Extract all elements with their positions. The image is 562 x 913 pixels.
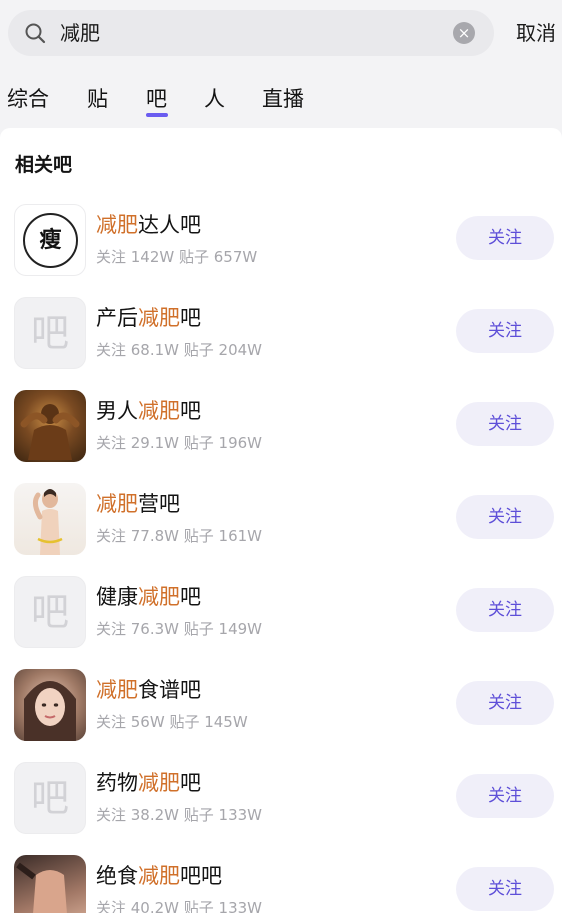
muscular-man-photo [20, 404, 80, 460]
bar-avatar [14, 483, 86, 555]
bar-stats: 关注 77.8W 贴子 161W [96, 527, 262, 545]
bar-stats: 关注 68.1W 贴子 204W [96, 341, 262, 359]
follow-button[interactable]: 关注 [456, 402, 554, 446]
follow-button[interactable]: 关注 [456, 495, 554, 539]
list-item[interactable]: 吧 健康减肥吧 关注 76.3W 贴子 149W 关注 [0, 576, 562, 669]
search-icon [25, 23, 46, 44]
bar-stats: 关注 56W 贴子 145W [96, 713, 248, 731]
bar-name: 绝食减肥吧吧 [96, 864, 222, 888]
active-tab-indicator [146, 113, 168, 117]
section-title: 相关吧 [15, 154, 73, 176]
follow-button[interactable]: 关注 [456, 681, 554, 725]
results-panel: 相关吧 瘦 减肥达人吧 关注 142W 贴子 657W 关注 吧 产后减肥吧 关… [0, 128, 562, 913]
bar-stats: 关注 29.1W 贴子 196W [96, 434, 262, 452]
follow-button[interactable]: 关注 [456, 309, 554, 353]
tab-people[interactable]: 人 [204, 76, 225, 122]
bar-stats: 关注 40.2W 贴子 133W [96, 899, 262, 913]
bar-name: 健康减肥吧 [96, 585, 201, 609]
bar-stats: 关注 38.2W 贴子 133W [96, 806, 262, 824]
search-header: 减肥 × 取消 综合 贴 吧 人 直播 [0, 0, 562, 128]
bar-avatar [14, 390, 86, 462]
bar-avatar [14, 669, 86, 741]
bar-name: 药物减肥吧 [96, 771, 201, 795]
bar-stats: 关注 142W 贴子 657W [96, 248, 258, 266]
body-photo [16, 862, 67, 913]
woman-measuring-waist-photo [32, 489, 63, 555]
bar-avatar: 吧 [14, 762, 86, 834]
bar-name: 减肥营吧 [96, 492, 180, 516]
search-input[interactable]: 减肥 × [8, 10, 494, 56]
bar-avatar [14, 855, 86, 913]
clear-icon[interactable]: × [453, 22, 475, 44]
bar-name: 减肥食谱吧 [96, 678, 201, 702]
follow-button[interactable]: 关注 [456, 867, 554, 911]
list-item[interactable]: 吧 产后减肥吧 关注 68.1W 贴子 204W 关注 [0, 297, 562, 390]
bar-name: 产后减肥吧 [96, 306, 201, 330]
follow-button[interactable]: 关注 [456, 216, 554, 260]
girl-portrait-photo [24, 681, 76, 741]
follow-button[interactable]: 关注 [456, 588, 554, 632]
tab-posts[interactable]: 贴 [87, 76, 108, 122]
bar-name: 男人减肥吧 [96, 399, 201, 423]
list-item[interactable]: 瘦 减肥达人吧 关注 142W 贴子 657W 关注 [0, 204, 562, 297]
tab-live[interactable]: 直播 [262, 76, 304, 122]
tab-all[interactable]: 综合 [7, 76, 49, 122]
bar-name: 减肥达人吧 [96, 213, 201, 237]
list-item[interactable]: 绝食减肥吧吧 关注 40.2W 贴子 133W 关注 [0, 855, 562, 913]
follow-button[interactable]: 关注 [456, 774, 554, 818]
shou-character-icon: 瘦 [23, 213, 78, 268]
bar-stats: 关注 76.3W 贴子 149W [96, 620, 262, 638]
bar-avatar: 瘦 [14, 204, 86, 276]
list-item[interactable]: 男人减肥吧 关注 29.1W 贴子 196W 关注 [0, 390, 562, 483]
bar-avatar: 吧 [14, 297, 86, 369]
tab-bar: 综合 贴 吧 人 直播 [0, 76, 562, 122]
cancel-button[interactable]: 取消 [516, 10, 556, 56]
default-bar-icon: 吧 [30, 776, 69, 820]
search-query[interactable]: 减肥 [60, 10, 100, 56]
bar-avatar: 吧 [14, 576, 86, 648]
list-item[interactable]: 减肥食谱吧 关注 56W 贴子 145W 关注 [0, 669, 562, 762]
default-bar-icon: 吧 [30, 590, 69, 634]
list-item[interactable]: 减肥营吧 关注 77.8W 贴子 161W 关注 [0, 483, 562, 576]
list-item[interactable]: 吧 药物减肥吧 关注 38.2W 贴子 133W 关注 [0, 762, 562, 855]
default-bar-icon: 吧 [30, 311, 69, 355]
